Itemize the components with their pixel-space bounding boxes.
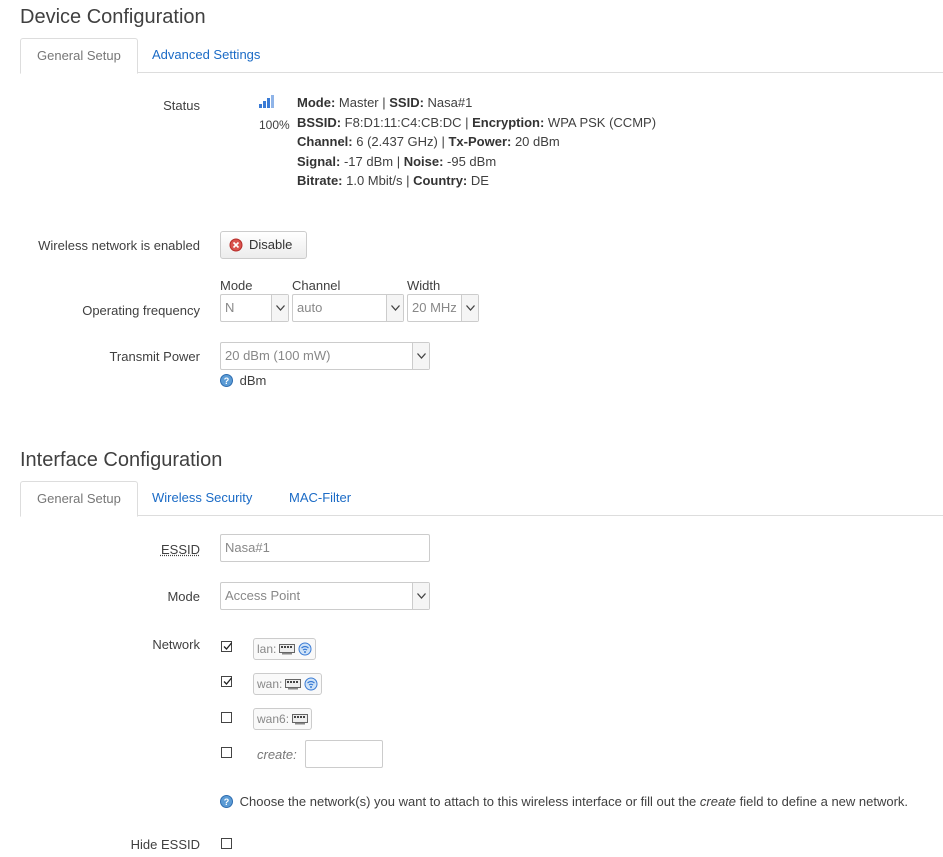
network-wan-badge: wan:: [253, 673, 323, 695]
tab-wireless-security[interactable]: Wireless Security: [136, 481, 268, 514]
mode-sublabel: Mode: [220, 278, 253, 293]
status-key: Encryption:: [472, 114, 545, 130]
tab-general-setup[interactable]: General Setup: [20, 38, 138, 74]
ethernet-switch-icon: [292, 714, 309, 725]
tx-power-help-text: dBm: [239, 373, 267, 388]
tx-power-help: ? dBm: [220, 373, 266, 388]
status-line: Channel: 6 (2.437 GHz) | Tx-Power: 20 dB…: [297, 132, 656, 152]
network-wan-name: wan:: [257, 677, 283, 691]
wifi-icon: [304, 677, 318, 691]
disable-button[interactable]: Disable: [220, 231, 307, 259]
network-lan-badge: lan:: [253, 638, 317, 660]
interface-tabs: General Setup Wireless Security MAC-Filt…: [20, 481, 943, 517]
network-create-checkbox[interactable]: [221, 747, 232, 758]
status-line: Mode: Master | SSID: Nasa#1: [297, 93, 656, 113]
width-select-value: 20 MHz: [412, 300, 457, 315]
width-sublabel: Width: [407, 278, 441, 293]
status-value: F8:D1:11:C4:CB:DC |: [341, 114, 473, 130]
status-value: DE: [467, 173, 489, 188]
network-help-post: field to define a new network.: [736, 794, 909, 809]
network-wan6-name: wan6:: [257, 712, 290, 726]
create-network-input[interactable]: [305, 740, 383, 768]
network-wan6-checkbox[interactable]: [221, 712, 232, 723]
interface-config-title: Interface Configuration: [20, 449, 223, 471]
help-icon: ?: [220, 374, 233, 387]
status-line: Signal: -17 dBm | Noise: -95 dBm: [297, 152, 656, 172]
channel-select-value: auto: [297, 300, 323, 315]
svg-text:?: ?: [224, 376, 230, 386]
status-value: 1.0 Mbit/s |: [342, 173, 414, 188]
disable-button-label: Disable: [249, 237, 293, 252]
tab-mac-filter[interactable]: MAC-Filter: [273, 481, 367, 514]
transmit-power-select[interactable]: 20 dBm (100 mW): [220, 342, 430, 370]
status-key: Bitrate:: [297, 173, 343, 188]
mode-select[interactable]: N: [220, 294, 289, 322]
network-wan6-badge: wan6:: [253, 708, 313, 730]
stop-icon: [229, 238, 243, 252]
interface-mode-label: Mode: [167, 589, 200, 604]
transmit-power-label: Transmit Power: [109, 349, 200, 364]
essid-input[interactable]: Nasa#1: [220, 534, 430, 562]
network-label: Network: [152, 637, 200, 652]
status-details: Mode: Master | SSID: Nasa#1 BSSID: F8:D1:…: [297, 93, 656, 191]
chevron-down-icon: [461, 295, 478, 321]
status-value: 20 dBm: [511, 134, 560, 149]
hide-essid-checkbox[interactable]: [221, 838, 232, 849]
network-help-em: create: [699, 794, 737, 809]
transmit-power-value: 20 dBm (100 mW): [225, 348, 331, 363]
device-tabs: General Setup Advanced Settings: [20, 38, 943, 74]
channel-sublabel: Channel: [292, 278, 341, 293]
operating-frequency-label: Operating frequency: [82, 303, 200, 318]
ethernet-switch-icon: [285, 679, 302, 690]
status-value: -95 dBm: [443, 153, 497, 169]
svg-text:?: ?: [224, 797, 230, 807]
signal-strength-icon: [259, 95, 274, 108]
checkmark-icon: [223, 677, 232, 685]
wireless-enabled-label: Wireless network is enabled: [38, 238, 200, 253]
chevron-down-icon: [412, 343, 429, 369]
tab-general-setup[interactable]: General Setup: [20, 481, 138, 517]
status-key: SSID:: [389, 95, 424, 110]
help-icon: ?: [220, 795, 233, 808]
status-key: Tx-Power:: [448, 134, 512, 149]
interface-mode-value: Access Point: [225, 588, 301, 603]
chevron-down-icon: [271, 295, 288, 321]
create-label: create:: [257, 747, 297, 762]
status-key: BSSID:: [297, 114, 342, 130]
status-value: 6 (2.437 GHz) |: [352, 134, 449, 149]
channel-select[interactable]: auto: [292, 294, 404, 322]
status-value: WPA PSK (CCMP): [544, 114, 657, 130]
device-config-title: Device Configuration: [20, 6, 206, 28]
network-lan-checkbox[interactable]: [221, 641, 232, 652]
status-line: Bitrate: 1.0 Mbit/s | Country: DE: [297, 171, 656, 191]
hide-essid-label: Hide ESSID: [130, 837, 200, 852]
status-key: Signal:: [297, 153, 341, 169]
mode-select-value: N: [225, 300, 235, 315]
status-key: Mode:: [297, 95, 336, 110]
network-help-pre: Choose the network(s) you want to attach…: [239, 794, 700, 809]
status-key: Country:: [413, 173, 468, 188]
status-value: Nasa#1: [423, 95, 473, 110]
status-key: Channel:: [297, 134, 353, 149]
interface-mode-select[interactable]: Access Point: [220, 582, 430, 610]
network-help: ? Choose the network(s) you want to atta…: [220, 794, 908, 809]
chevron-down-icon: [386, 295, 403, 321]
status-value: Master |: [335, 95, 390, 110]
network-wan-checkbox[interactable]: [221, 676, 232, 687]
signal-percent: 100%: [259, 118, 290, 132]
width-select[interactable]: 20 MHz: [407, 294, 479, 322]
ethernet-switch-icon: [279, 644, 296, 655]
chevron-down-icon: [412, 583, 429, 609]
status-key: Noise:: [403, 153, 444, 169]
tab-advanced-settings[interactable]: Advanced Settings: [136, 38, 276, 71]
status-value: -17 dBm |: [340, 153, 404, 169]
network-lan-name: lan:: [257, 642, 277, 656]
wifi-icon: [298, 642, 312, 656]
status-label: Status: [163, 98, 200, 113]
status-line: BSSID: F8:D1:11:C4:CB:DC | Encryption: W…: [297, 113, 656, 133]
essid-label: ESSID: [160, 542, 200, 557]
checkmark-icon: [223, 642, 232, 650]
